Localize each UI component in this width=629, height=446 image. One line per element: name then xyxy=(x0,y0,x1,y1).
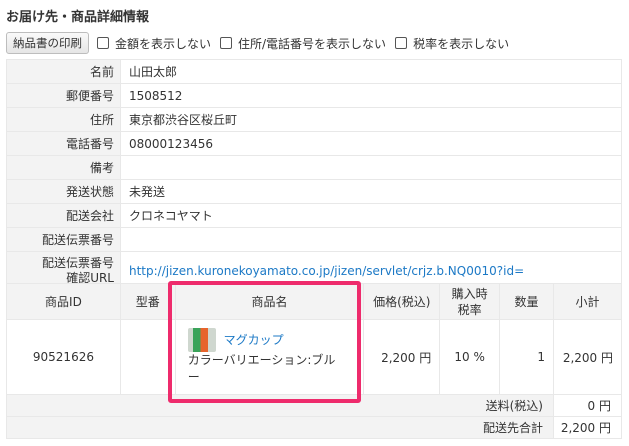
toolbar: 納品書の印刷 金額を表示しない 住所/電話番号を表示しない 税率を表示しない xyxy=(6,32,518,54)
item-variation-line2: ー xyxy=(187,370,200,384)
hide-address-label: 住所/電話番号を表示しない xyxy=(238,36,387,51)
info-row-postal: 郵便番号 1508512 xyxy=(6,83,622,108)
tracking-url-link[interactable]: http://jizen.kuronekoyamato.co.jp/jizen/… xyxy=(129,264,524,278)
info-label: 備考 xyxy=(6,155,121,180)
info-label: 名前 xyxy=(6,59,121,84)
total-row: 配送先合計 2,200 円 xyxy=(6,416,622,439)
checkbox-icon[interactable] xyxy=(220,37,233,49)
total-value: 2,200 円 xyxy=(553,416,622,439)
product-thumbnail[interactable] xyxy=(187,328,216,352)
print-invoice-button[interactable]: 納品書の印刷 xyxy=(6,32,89,54)
info-value: クロネコヤマト xyxy=(120,203,622,228)
item-subtotal: 2,200 円 xyxy=(553,319,622,395)
table-row: 90521626 マグカップ カラーバリエーション:ブル ー 2,200 円 1… xyxy=(6,319,622,395)
info-row-carrier: 配送会社 クロネコヤマト xyxy=(6,203,622,228)
checkbox-icon[interactable] xyxy=(97,37,109,49)
shipping-fee-value: 0 円 xyxy=(553,394,622,417)
item-variation-line1: カラーバリエーション:ブル xyxy=(187,353,336,367)
item-name-cell: マグカップ カラーバリエーション:ブル ー xyxy=(174,319,365,395)
info-row-name: 名前 山田太郎 xyxy=(6,59,622,84)
info-value: 東京都渋谷区桜丘町 xyxy=(120,107,622,132)
info-label: 電話番号 xyxy=(6,131,121,156)
total-label: 配送先合計 xyxy=(6,416,554,439)
hide-tax-label: 税率を表示しない xyxy=(413,36,510,51)
col-tax-line2: 税率 xyxy=(457,302,482,317)
info-value xyxy=(120,227,622,252)
item-qty: 1 xyxy=(499,319,554,395)
info-label: 配送会社 xyxy=(6,203,121,228)
col-price: 価格(税込) xyxy=(363,283,441,320)
tracking-label-line1: 配送伝票番号 xyxy=(41,255,114,270)
col-model: 型番 xyxy=(119,283,176,320)
info-row-note: 備考 xyxy=(6,155,622,180)
col-tax-line1: 購入時 xyxy=(451,286,488,301)
hide-tax-checkbox[interactable]: 税率を表示しない xyxy=(395,35,509,52)
info-value: 未発送 xyxy=(120,179,622,204)
info-value: 山田太郎 xyxy=(120,59,622,84)
item-model xyxy=(119,319,176,395)
items-table: 商品ID 型番 商品名 価格(税込) 購入時 税率 数量 小計 90521626… xyxy=(6,283,622,439)
product-name-link[interactable]: マグカップ xyxy=(224,333,284,347)
info-row-status: 発送状態 未発送 xyxy=(6,179,622,204)
item-id: 90521626 xyxy=(6,319,121,395)
info-label: 発送状態 xyxy=(6,179,121,204)
info-label: 住所 xyxy=(6,107,121,132)
info-row-tracking-number: 配送伝票番号 xyxy=(6,227,622,252)
shipping-fee-row: 送料(税込) 0 円 xyxy=(6,394,622,417)
item-price: 2,200 円 xyxy=(363,319,441,395)
checkbox-icon[interactable] xyxy=(395,37,408,49)
item-tax: 10 % xyxy=(439,319,501,395)
col-quantity: 数量 xyxy=(499,283,554,320)
shipping-info-table: 名前 山田太郎 郵便番号 1508512 住所 東京都渋谷区桜丘町 電話番号 0… xyxy=(6,59,622,290)
info-label: 郵便番号 xyxy=(6,83,121,108)
shipping-fee-label: 送料(税込) xyxy=(6,394,554,417)
info-value: 1508512 xyxy=(120,83,622,108)
page-title: お届け先・商品詳細情報 xyxy=(6,10,150,25)
col-subtotal: 小計 xyxy=(553,283,622,320)
info-value: 08000123456 xyxy=(120,131,622,156)
info-row-phone: 電話番号 08000123456 xyxy=(6,131,622,156)
info-label: 配送伝票番号 xyxy=(6,227,121,252)
hide-amount-label: 金額を表示しない xyxy=(115,36,212,51)
info-value xyxy=(120,155,622,180)
col-product-name: 商品名 xyxy=(174,283,365,320)
col-tax-rate: 購入時 税率 xyxy=(439,283,501,320)
items-header-row: 商品ID 型番 商品名 価格(税込) 購入時 税率 数量 小計 xyxy=(6,283,622,320)
col-product-id: 商品ID xyxy=(6,283,121,320)
hide-amount-checkbox[interactable]: 金額を表示しない xyxy=(97,35,211,52)
hide-address-checkbox[interactable]: 住所/電話番号を表示しない xyxy=(220,35,386,52)
info-row-address: 住所 東京都渋谷区桜丘町 xyxy=(6,107,622,132)
